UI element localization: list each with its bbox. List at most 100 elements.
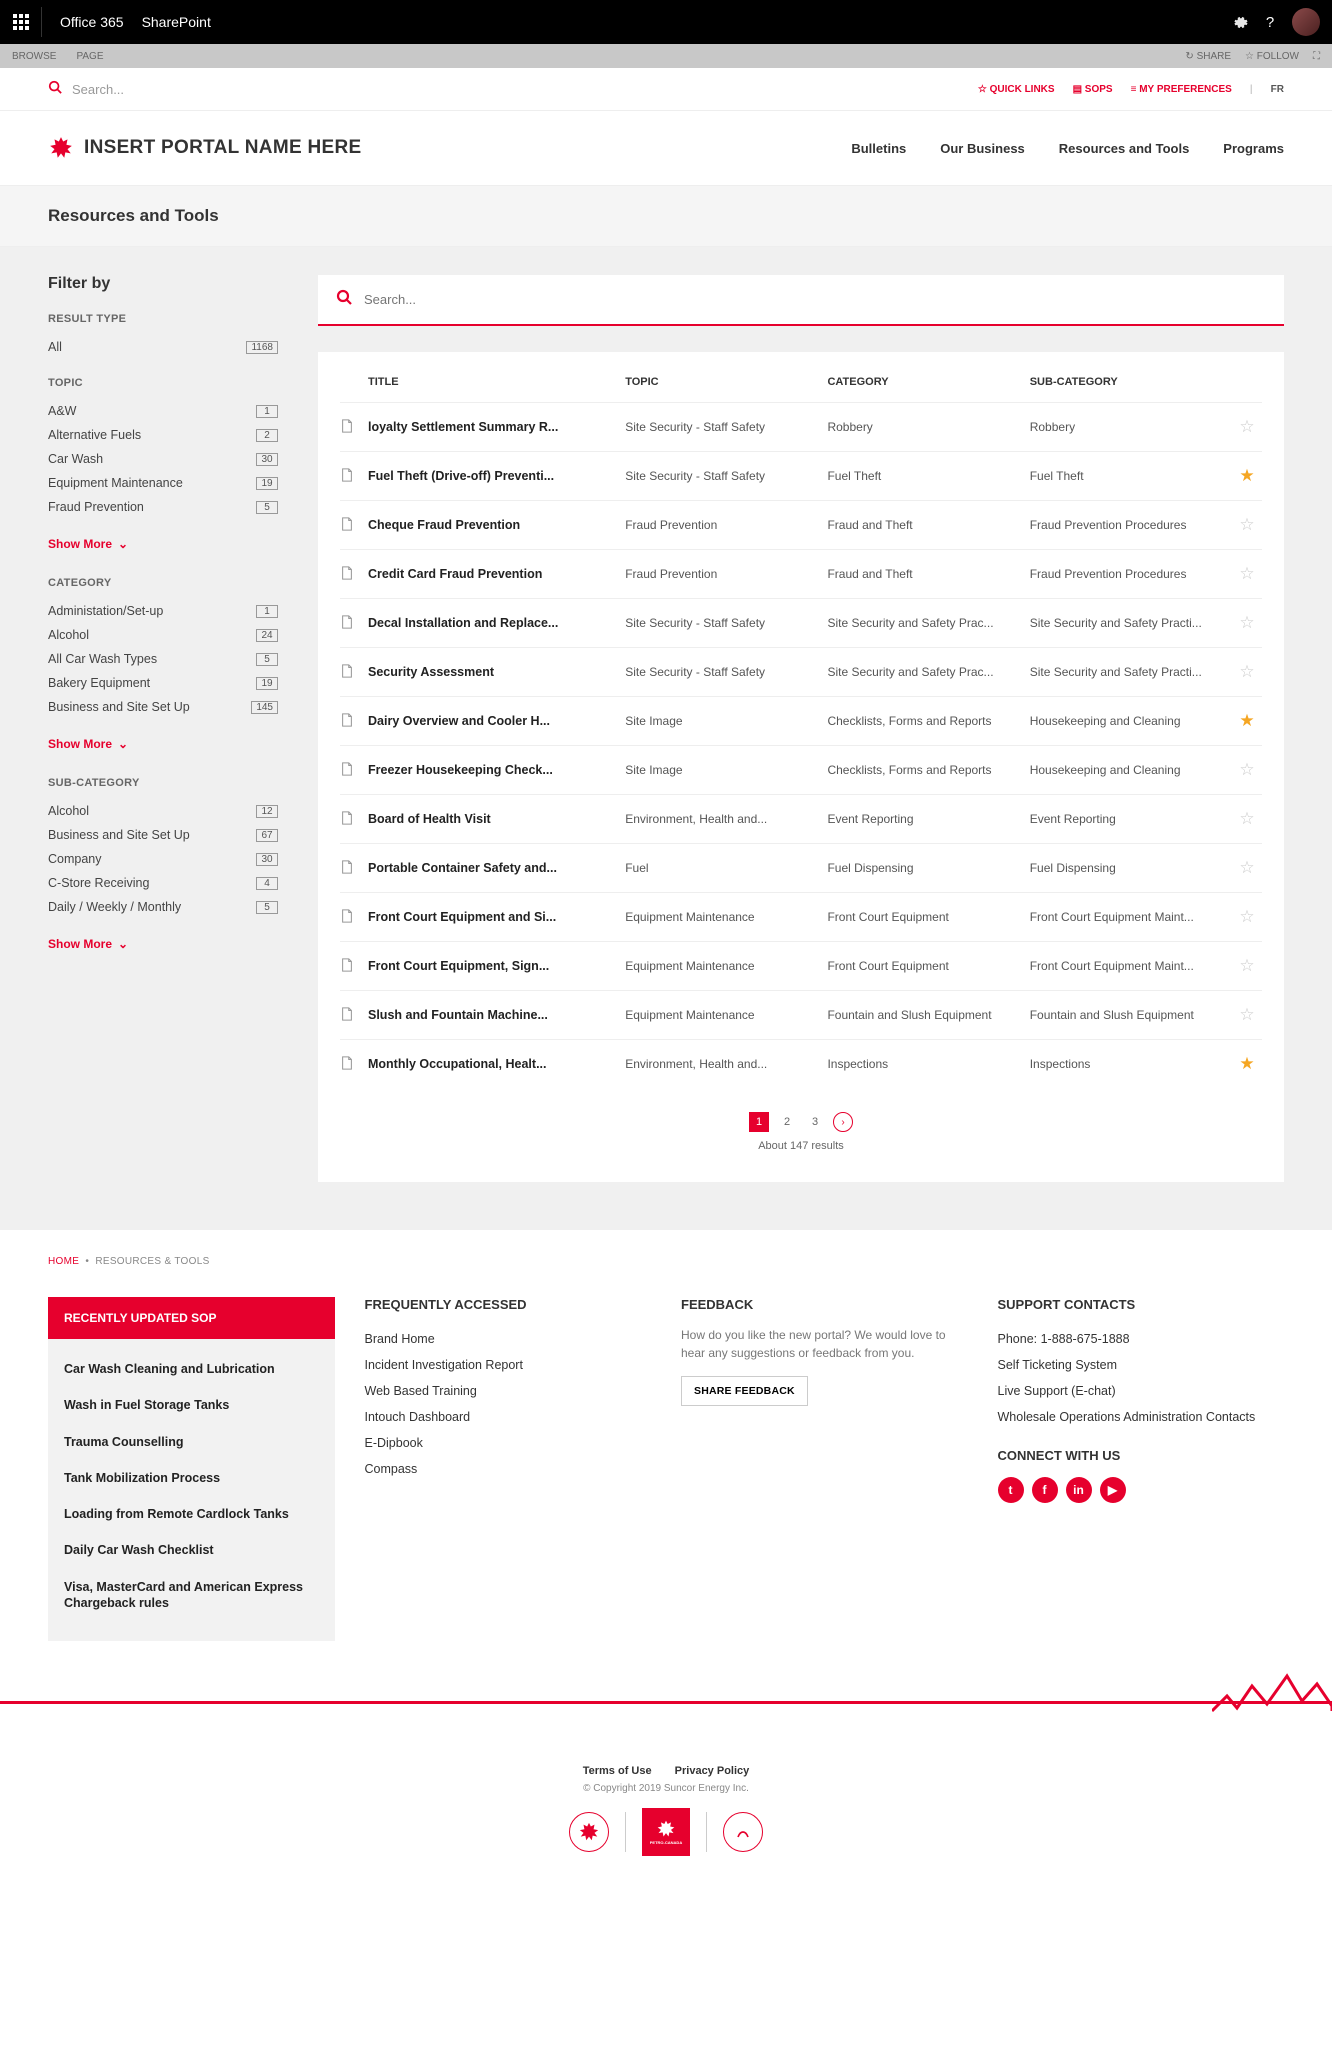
favorite-star-icon[interactable]: ☆ [1232, 417, 1262, 437]
freq-item[interactable]: Intouch Dashboard [365, 1404, 652, 1430]
result-row[interactable]: Front Court Equipment, Sign... Equipment… [340, 941, 1262, 990]
favorite-star-icon[interactable]: ☆ [1232, 760, 1262, 780]
favorite-star-icon[interactable]: ☆ [1232, 809, 1262, 829]
page-3[interactable]: 3 [805, 1112, 825, 1132]
support-item[interactable]: Self Ticketing System [998, 1352, 1285, 1378]
result-row[interactable]: Board of Health Visit Environment, Healt… [340, 794, 1262, 843]
support-item[interactable]: Wholesale Operations Administration Cont… [998, 1404, 1285, 1430]
col-category[interactable]: CATEGORY [827, 376, 1019, 388]
facet-item[interactable]: Bakery Equipment19 [48, 671, 278, 695]
favorite-star-icon[interactable]: ☆ [1232, 907, 1262, 927]
result-title[interactable]: Fuel Theft (Drive-off) Preventi... [368, 469, 615, 483]
page-2[interactable]: 2 [777, 1112, 797, 1132]
recently-item[interactable]: Loading from Remote Cardlock Tanks [64, 1496, 319, 1532]
facet-item[interactable]: Administation/Set-up1 [48, 599, 278, 623]
favorite-star-icon[interactable]: ☆ [1232, 515, 1262, 535]
page-1[interactable]: 1 [749, 1112, 769, 1132]
recently-item[interactable]: Daily Car Wash Checklist [64, 1532, 319, 1568]
result-title[interactable]: loyalty Settlement Summary R... [368, 420, 615, 434]
favorite-star-icon[interactable]: ☆ [1232, 1005, 1262, 1025]
result-title[interactable]: Freezer Housekeeping Check... [368, 763, 615, 777]
facet-item[interactable]: Alcohol24 [48, 623, 278, 647]
freq-item[interactable]: Incident Investigation Report [365, 1352, 652, 1378]
facet-item[interactable]: All Car Wash Types5 [48, 647, 278, 671]
youtube-icon[interactable]: ▶ [1100, 1477, 1126, 1503]
show-more-subcategory[interactable]: Show More⌄ [48, 937, 278, 951]
recently-item[interactable]: Tank Mobilization Process [64, 1460, 319, 1496]
result-row[interactable]: Credit Card Fraud Prevention Fraud Preve… [340, 549, 1262, 598]
result-row[interactable]: loyalty Settlement Summary R... Site Sec… [340, 402, 1262, 451]
freq-item[interactable]: Compass [365, 1456, 652, 1482]
recently-item[interactable]: Car Wash Cleaning and Lubrication [64, 1351, 319, 1387]
favorite-star-icon[interactable]: ☆ [1232, 613, 1262, 633]
result-row[interactable]: Decal Installation and Replace... Site S… [340, 598, 1262, 647]
facet-item[interactable]: Business and Site Set Up67 [48, 823, 278, 847]
linkedin-icon[interactable]: in [1066, 1477, 1092, 1503]
twitter-icon[interactable]: t [998, 1477, 1024, 1503]
recently-item[interactable]: Wash in Fuel Storage Tanks [64, 1387, 319, 1423]
favorite-star-icon[interactable]: ☆ [1232, 956, 1262, 976]
facet-item[interactable]: A&W1 [48, 399, 278, 423]
facet-item[interactable]: Alternative Fuels2 [48, 423, 278, 447]
result-row[interactable]: Freezer Housekeeping Check... Site Image… [340, 745, 1262, 794]
my-preferences-link[interactable]: ≡ MY PREFERENCES [1131, 84, 1232, 95]
sharepoint-label[interactable]: SharePoint [142, 14, 211, 30]
app-launcher-icon[interactable] [12, 7, 42, 37]
result-row[interactable]: Front Court Equipment and Si... Equipmen… [340, 892, 1262, 941]
facet-item[interactable]: Daily / Weekly / Monthly5 [48, 895, 278, 919]
facet-item[interactable]: C-Store Receiving4 [48, 871, 278, 895]
result-title[interactable]: Cheque Fraud Prevention [368, 518, 615, 532]
favorite-star-icon[interactable]: ★ [1232, 1054, 1262, 1074]
col-subcategory[interactable]: SUB-CATEGORY [1030, 376, 1222, 388]
freq-item[interactable]: E-Dipbook [365, 1430, 652, 1456]
breadcrumb-home[interactable]: HOME [48, 1256, 79, 1267]
facet-item[interactable]: Equipment Maintenance19 [48, 471, 278, 495]
facet-item[interactable]: Car Wash30 [48, 447, 278, 471]
nav-bulletins[interactable]: Bulletins [851, 141, 906, 156]
result-row[interactable]: Security Assessment Site Security - Staf… [340, 647, 1262, 696]
support-item[interactable]: Live Support (E-chat) [998, 1378, 1285, 1404]
favorite-star-icon[interactable]: ★ [1232, 711, 1262, 731]
col-title[interactable]: TITLE [368, 376, 615, 388]
facet-item[interactable]: Alcohol12 [48, 799, 278, 823]
show-more-category[interactable]: Show More⌄ [48, 737, 278, 751]
result-row[interactable]: Slush and Fountain Machine... Equipment … [340, 990, 1262, 1039]
result-title[interactable]: Decal Installation and Replace... [368, 616, 615, 630]
favorite-star-icon[interactable]: ☆ [1232, 564, 1262, 584]
favorite-star-icon[interactable]: ★ [1232, 466, 1262, 486]
facebook-icon[interactable]: f [1032, 1477, 1058, 1503]
terms-link[interactable]: Terms of Use [583, 1765, 652, 1777]
result-title[interactable]: Board of Health Visit [368, 812, 615, 826]
help-icon[interactable]: ? [1262, 14, 1278, 30]
language-toggle[interactable]: FR [1271, 84, 1284, 95]
ribbon-browse-tab[interactable]: BROWSE [12, 51, 56, 62]
favorite-star-icon[interactable]: ☆ [1232, 858, 1262, 878]
result-row[interactable]: Fuel Theft (Drive-off) Preventi... Site … [340, 451, 1262, 500]
page-next[interactable]: › [833, 1112, 853, 1132]
freq-item[interactable]: Web Based Training [365, 1378, 652, 1404]
results-search-input[interactable] [364, 292, 1266, 307]
result-row[interactable]: Cheque Fraud Prevention Fraud Prevention… [340, 500, 1262, 549]
nav-resources-tools[interactable]: Resources and Tools [1059, 141, 1190, 156]
global-search[interactable]: Search... [48, 80, 124, 98]
facet-item[interactable]: All1168 [48, 335, 278, 359]
facet-item[interactable]: Business and Site Set Up145 [48, 695, 278, 719]
result-row[interactable]: Monthly Occupational, Healt... Environme… [340, 1039, 1262, 1088]
ribbon-page-tab[interactable]: PAGE [76, 51, 103, 62]
favorite-star-icon[interactable]: ☆ [1232, 662, 1262, 682]
nav-programs[interactable]: Programs [1223, 141, 1284, 156]
facet-item[interactable]: Fraud Prevention5 [48, 495, 278, 519]
facet-item[interactable]: Company30 [48, 847, 278, 871]
result-title[interactable]: Monthly Occupational, Healt... [368, 1057, 615, 1071]
sops-link[interactable]: ▤ SOPS [1073, 84, 1113, 95]
share-button[interactable]: ↻ SHARE [1185, 51, 1231, 62]
result-row[interactable]: Dairy Overview and Cooler H... Site Imag… [340, 696, 1262, 745]
result-title[interactable]: Portable Container Safety and... [368, 861, 615, 875]
col-topic[interactable]: TOPIC [625, 376, 817, 388]
recently-item[interactable]: Visa, MasterCard and American Express Ch… [64, 1569, 319, 1622]
result-title[interactable]: Front Court Equipment, Sign... [368, 959, 615, 973]
result-title[interactable]: Slush and Fountain Machine... [368, 1008, 615, 1022]
fullscreen-icon[interactable]: ⛶ [1313, 51, 1320, 62]
privacy-link[interactable]: Privacy Policy [675, 1765, 750, 1777]
result-title[interactable]: Dairy Overview and Cooler H... [368, 714, 615, 728]
